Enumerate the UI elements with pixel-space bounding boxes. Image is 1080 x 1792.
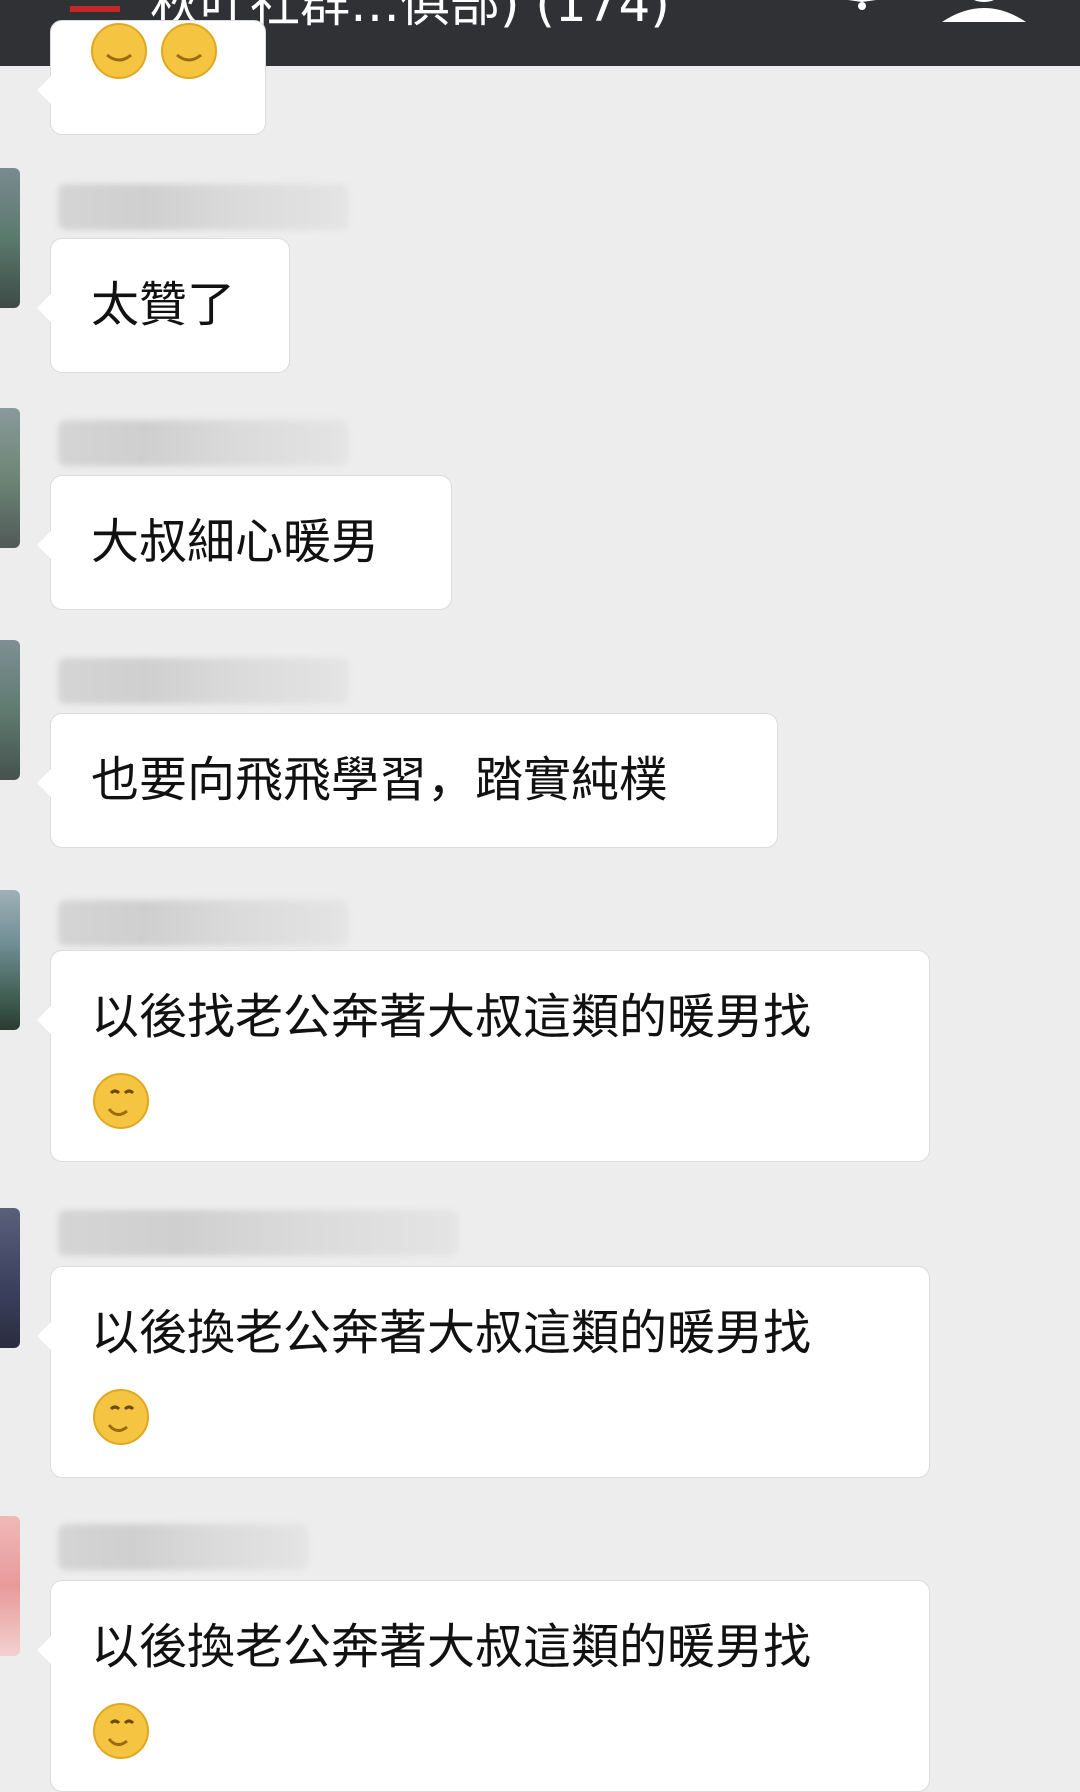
message-text: 大叔細心暖男 <box>91 514 380 570</box>
sender-name-blurred <box>58 184 348 230</box>
avatar[interactable] <box>0 640 20 780</box>
message-bubble[interactable]: 大叔細心暖男 <box>37 475 452 610</box>
avatar[interactable] <box>0 890 20 1030</box>
sender-name-blurred <box>58 1210 458 1256</box>
sender-name-blurred <box>58 420 348 466</box>
group-icon[interactable] <box>66 0 124 20</box>
message-bubble[interactable]: 以後換老公奔著大叔這類的暖男找 <box>37 1580 930 1792</box>
avatar[interactable] <box>0 1516 20 1656</box>
avatar[interactable] <box>0 1208 20 1348</box>
thinking-face-icon <box>93 1073 149 1129</box>
message-text: 以後找老公奔著大叔這類的暖男找 <box>91 989 812 1045</box>
thinking-face-icon <box>161 23 217 79</box>
message-text: 太贊了 <box>91 277 236 333</box>
message-text: 也要向飛飛學習，踏實純樸 <box>91 752 668 808</box>
mute-bell-icon <box>848 0 876 10</box>
thinking-face-icon <box>93 1389 149 1445</box>
sender-name-blurred <box>58 900 348 946</box>
message-bubble[interactable]: 也要向飛飛學習，踏實純樸 <box>37 713 778 848</box>
message-bubble[interactable]: 以後換老公奔著大叔這類的暖男找 <box>37 1266 930 1478</box>
thinking-face-icon <box>91 23 147 79</box>
avatar[interactable] <box>0 168 20 308</box>
group-members-icon[interactable] <box>936 0 1032 22</box>
message-text: 以後換老公奔著大叔這類的暖男找 <box>91 1619 812 1675</box>
avatar[interactable] <box>0 408 20 548</box>
message-bubble[interactable]: 以後找老公奔著大叔這類的暖男找 <box>37 950 930 1162</box>
message-bubble-partial[interactable] <box>37 20 266 135</box>
sender-name-blurred <box>58 1524 308 1570</box>
message-bubble[interactable]: 太贊了 <box>37 238 290 373</box>
thinking-face-icon <box>93 1703 149 1759</box>
message-text: 以後換老公奔著大叔這類的暖男找 <box>91 1305 812 1361</box>
sender-name-blurred <box>58 658 348 704</box>
